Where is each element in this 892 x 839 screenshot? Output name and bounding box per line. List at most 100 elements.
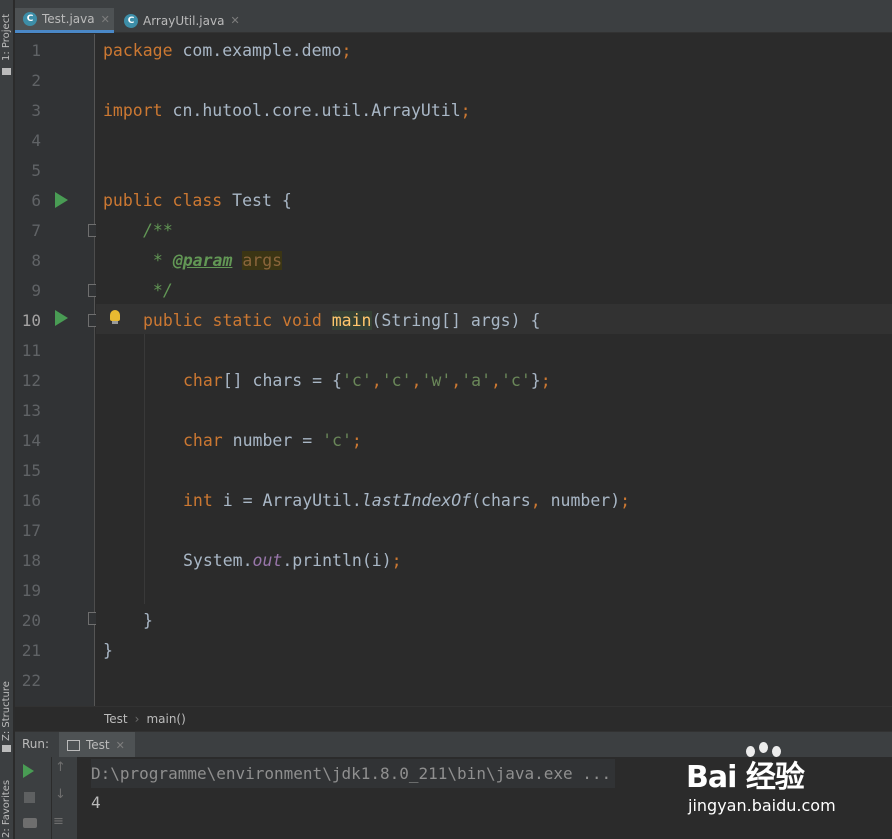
stop-icon[interactable] bbox=[24, 792, 35, 803]
toolbar-divider bbox=[51, 757, 52, 839]
identifier: [] chars = { bbox=[222, 371, 342, 390]
watermark-brand: Bai 经验 bbox=[686, 760, 805, 795]
line-number: 19 bbox=[21, 581, 41, 600]
structure-tool-tab[interactable]: Z: Structure bbox=[0, 680, 14, 742]
fold-guide bbox=[94, 327, 95, 613]
line-number: 8 bbox=[31, 251, 41, 270]
console-output-line: 4 bbox=[91, 793, 101, 812]
line-number: 11 bbox=[21, 341, 41, 360]
identifier: (chars bbox=[471, 491, 531, 510]
class-icon: C bbox=[124, 13, 138, 28]
tab-label: Test.java bbox=[42, 12, 95, 26]
line-number: 5 bbox=[31, 161, 41, 180]
lightbulb-base bbox=[112, 321, 118, 324]
method-name: main bbox=[331, 311, 372, 330]
line-number: 14 bbox=[21, 431, 41, 450]
punct: ; bbox=[391, 551, 402, 570]
title-strip bbox=[15, 0, 892, 8]
close-icon[interactable]: ✕ bbox=[116, 739, 125, 752]
punct: , bbox=[411, 371, 422, 390]
line-number: 17 bbox=[21, 521, 41, 540]
code-line-7: /** bbox=[143, 216, 173, 246]
project-tool-tab[interactable]: 1: Project bbox=[0, 8, 14, 66]
line-number: 7 bbox=[31, 221, 41, 240]
editor-gutter[interactable]: 1 2 3 4 5 6 7 8 9 10 11 12 13 14 15 16 1… bbox=[15, 34, 101, 706]
keyword: public class bbox=[103, 191, 223, 210]
char-literal: 'c' bbox=[322, 431, 352, 450]
rerun-icon[interactable] bbox=[23, 764, 34, 778]
line-number: 9 bbox=[31, 281, 41, 300]
tab-test-java[interactable]: C Test.java ✕ bbox=[15, 8, 114, 33]
code-line-20: } bbox=[143, 606, 153, 636]
keyword: int bbox=[183, 491, 213, 510]
code-line-16: int i = ArrayUtil.lastIndexOf(chars, num… bbox=[183, 486, 630, 516]
doc-comment: /** bbox=[143, 221, 173, 240]
soft-wrap-icon[interactable]: ≡ bbox=[53, 814, 69, 830]
line-number: 15 bbox=[21, 461, 41, 480]
run-config-tab[interactable]: Test ✕ bbox=[59, 732, 135, 758]
code-line-8: * @param args bbox=[143, 246, 283, 276]
line-number: 18 bbox=[21, 551, 41, 570]
doc-tag: @param bbox=[172, 251, 233, 270]
identifier: .println(i) bbox=[282, 551, 392, 570]
char-literal: 'c' bbox=[341, 371, 372, 390]
class-icon: C bbox=[23, 12, 37, 26]
line-number: 4 bbox=[31, 131, 41, 150]
doc-param: args bbox=[242, 251, 283, 270]
identifier: i = ArrayUtil. bbox=[212, 491, 362, 510]
code-editor[interactable]: package com.example.demo; import cn.huto… bbox=[96, 34, 892, 706]
punct: , bbox=[491, 371, 501, 390]
keyword: char bbox=[183, 431, 223, 450]
arrow-down-icon[interactable]: ↓ bbox=[55, 787, 71, 803]
punct: , bbox=[451, 371, 462, 390]
punct: , bbox=[530, 491, 541, 510]
line-number: 12 bbox=[21, 371, 41, 390]
identifier: number = bbox=[222, 431, 323, 450]
punct: ; bbox=[540, 371, 551, 390]
line-number: 13 bbox=[21, 401, 41, 420]
code-line-21: } bbox=[103, 636, 113, 666]
favorites-tool-tab[interactable]: 2: Favorites bbox=[0, 778, 14, 839]
keyword: package bbox=[103, 41, 173, 60]
doc-comment: * bbox=[143, 251, 173, 270]
identifier: (String[] args) { bbox=[371, 311, 541, 330]
line-number: 22 bbox=[21, 671, 41, 690]
indent-guide bbox=[144, 334, 145, 604]
run-toolbar: ↑ ↓ ≡ bbox=[15, 757, 77, 839]
structure-icon bbox=[2, 745, 11, 752]
baidu-watermark: Bai 经验 jingyan.baidu.com bbox=[686, 742, 886, 822]
breadcrumb-method[interactable]: main() bbox=[146, 712, 185, 726]
breadcrumb: Test › main() bbox=[15, 706, 892, 731]
static-field: out bbox=[252, 551, 283, 570]
run-tab-label: Test bbox=[86, 738, 110, 752]
doc-comment: */ bbox=[143, 281, 173, 300]
run-main-icon[interactable] bbox=[55, 310, 68, 326]
line-number: 2 bbox=[31, 71, 41, 90]
line-number: 3 bbox=[31, 101, 41, 120]
tab-arrayutil-java[interactable]: C ArrayUtil.java ✕ bbox=[116, 8, 240, 33]
code-line-12: char[] chars = {'c','c','w','a','c'}; bbox=[183, 366, 551, 396]
arrow-up-icon[interactable]: ↑ bbox=[55, 760, 71, 776]
code-line-9: */ bbox=[143, 276, 173, 306]
chevron-right-icon: › bbox=[134, 712, 140, 726]
tab-label: ArrayUtil.java bbox=[143, 13, 225, 28]
camera-icon[interactable] bbox=[23, 818, 37, 828]
identifier: System. bbox=[183, 551, 253, 570]
identifier: cn.hutool.core.util.ArrayUtil bbox=[162, 101, 461, 120]
brace: } bbox=[103, 641, 113, 660]
char-literal: 'a' bbox=[461, 371, 492, 390]
run-class-icon[interactable] bbox=[55, 192, 68, 208]
close-icon[interactable]: ✕ bbox=[101, 13, 110, 26]
keyword: public static void bbox=[143, 311, 322, 330]
breadcrumb-class[interactable]: Test bbox=[104, 712, 128, 726]
lightbulb-icon[interactable] bbox=[110, 310, 120, 321]
punct: ; bbox=[460, 101, 471, 120]
keyword: char bbox=[183, 371, 223, 390]
brace: } bbox=[143, 611, 153, 630]
fold-guide bbox=[94, 237, 95, 285]
project-folder-icon bbox=[2, 68, 11, 75]
line-number: 20 bbox=[21, 611, 41, 630]
close-icon[interactable]: ✕ bbox=[230, 14, 239, 27]
